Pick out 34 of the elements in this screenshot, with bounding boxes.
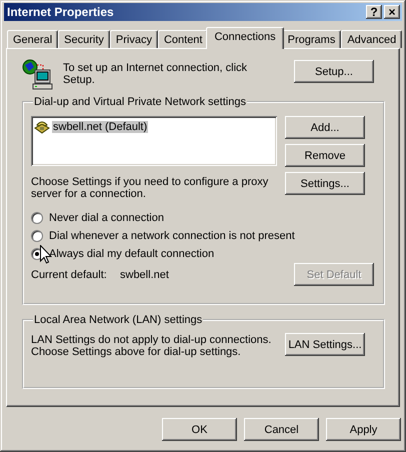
window-title: Internet Properties — [7, 5, 115, 19]
radio-button[interactable] — [31, 230, 43, 242]
current-default-value: swbell.net — [120, 268, 170, 280]
tab[interactable]: Programs — [282, 30, 342, 48]
settings-button[interactable]: Settings... — [285, 172, 365, 195]
tab[interactable]: Security — [58, 30, 110, 48]
remove-button[interactable]: Remove — [285, 144, 365, 167]
tab[interactable]: Connections — [206, 27, 284, 49]
lan-instructions: LAN Settings do not apply to dial-up connections. Choose Settings above for dial-up settings. — [31, 334, 272, 358]
proxy-instructions: Choose Settings if you need to configure a proxy server for a connection. — [31, 176, 270, 200]
tab[interactable]: Advanced — [341, 30, 402, 48]
phone-icon — [34, 119, 50, 135]
globe-computer-icon — [22, 59, 54, 91]
ok-button[interactable]: OK — [162, 418, 237, 441]
setup-button[interactable]: Setup... — [294, 60, 374, 83]
lan-settings-button[interactable]: LAN Settings... — [285, 333, 365, 356]
close-button[interactable]: × — [384, 5, 400, 19]
apply-button[interactable]: Apply — [326, 418, 401, 441]
tab[interactable]: Privacy — [110, 30, 158, 48]
connection-list[interactable]: swbell.net (Default) — [31, 116, 277, 166]
radio-button[interactable] — [31, 212, 43, 224]
setup-instructions: To set up an Internet connection, click Setup. — [63, 62, 248, 86]
group-title: Dial-up and Virtual Private Network settings — [33, 96, 247, 108]
group-title: Local Area Network (LAN) settings — [33, 314, 204, 326]
connection-item[interactable]: swbell.net (Default) — [52, 121, 148, 133]
current-default-label: Current default: — [31, 268, 108, 280]
option-label: Always dial my default connection — [49, 248, 214, 260]
cancel-button[interactable]: Cancel — [244, 418, 319, 441]
add-button[interactable]: Add... — [285, 116, 365, 139]
option-label: Dial whenever a network connection is not present — [49, 230, 295, 242]
option-label: Never dial a connection — [49, 212, 164, 224]
mouse-pointer-icon — [40, 245, 52, 264]
tab[interactable]: General — [7, 30, 58, 48]
help-button[interactable]: ? — [366, 5, 382, 19]
